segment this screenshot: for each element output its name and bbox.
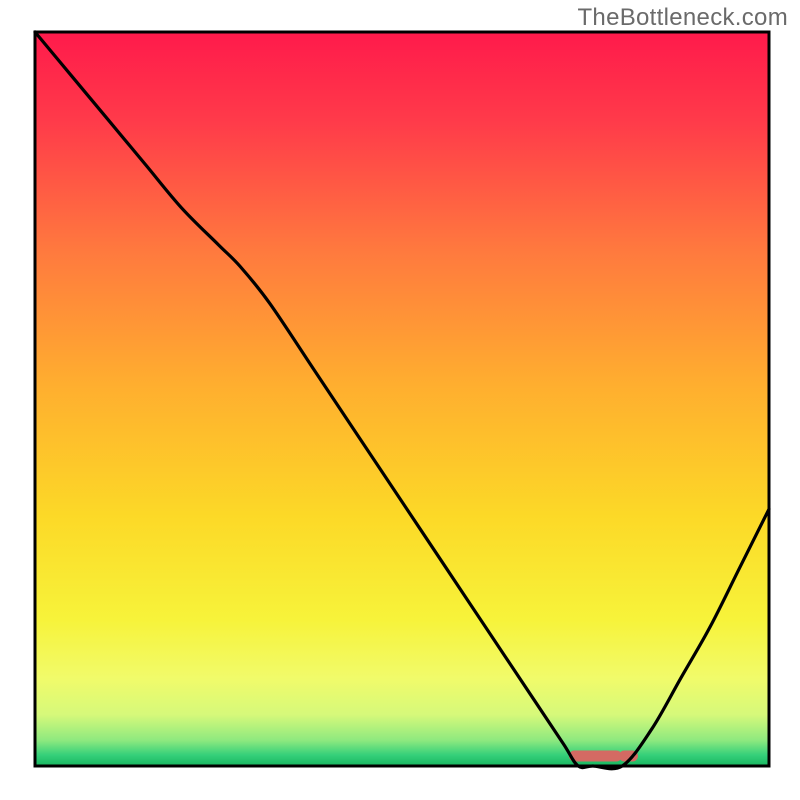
chart-stage: TheBottleneck.com <box>0 0 800 800</box>
chart-svg <box>0 0 800 800</box>
plot-background <box>35 32 769 766</box>
watermark-text: TheBottleneck.com <box>577 4 788 32</box>
